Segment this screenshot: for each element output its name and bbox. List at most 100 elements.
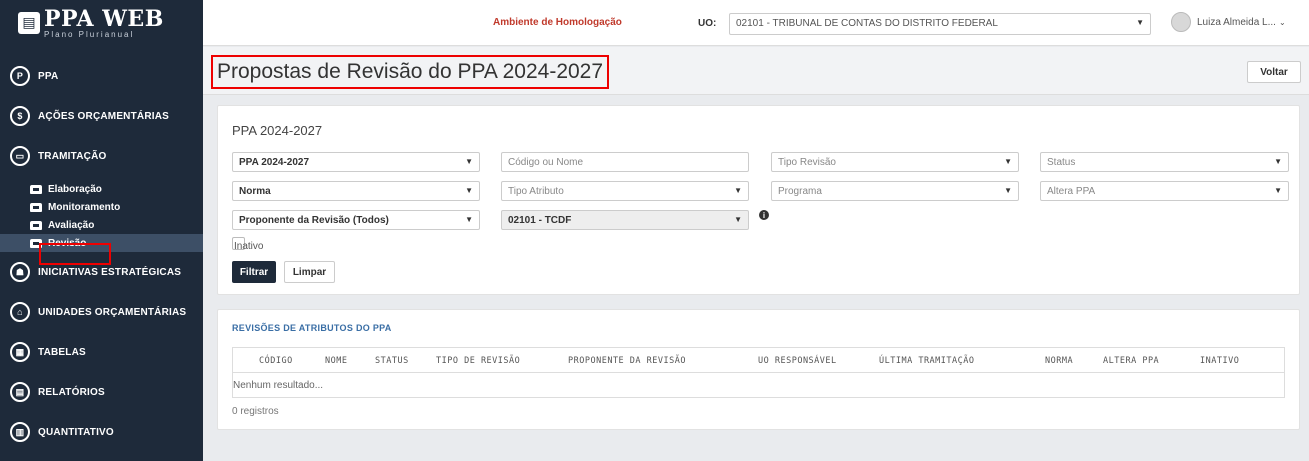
column-header[interactable]: STATUS — [375, 356, 409, 366]
column-header[interactable]: UO RESPONSÁVEL — [758, 356, 837, 366]
dollar-icon: $ — [10, 106, 30, 126]
norma-value: Norma — [239, 186, 271, 197]
caret-down-icon: ▼ — [1004, 186, 1012, 195]
sidebar-item-label: INICIATIVAS ESTRATÉGICAS — [38, 266, 182, 278]
norma-select[interactable]: Norma ▼ — [232, 181, 480, 201]
inativo-label: Inativo — [234, 241, 264, 252]
caret-down-icon: ▼ — [734, 215, 742, 224]
results-panel: REVISÕES DE ATRIBUTOS DO PPA CÓDIGO NOME… — [217, 309, 1300, 430]
caret-down-icon: ▼ — [1004, 157, 1012, 166]
filter-button[interactable]: Filtrar — [232, 261, 276, 283]
results-table: CÓDIGO NOME STATUS TIPO DE REVISÃO PROPO… — [232, 347, 1285, 398]
ppa-select[interactable]: PPA 2024-2027 ▼ — [232, 152, 480, 172]
sidebar-item-quantitativo[interactable]: ▥ QUANTITATIVO — [0, 412, 203, 452]
highlight-box — [39, 243, 111, 265]
sidebar-item-ppa[interactable]: P PPA — [0, 56, 203, 96]
tipo-atributo-select[interactable]: Tipo Atributo ▼ — [501, 181, 749, 201]
sidebar-subitem-label: Avaliação — [48, 219, 95, 231]
chevron-down-icon: ⌄ — [1278, 17, 1286, 27]
group-icon: ☗ — [10, 262, 30, 282]
tipo-atributo-value: Tipo Atributo — [508, 186, 564, 197]
uo-filter-select[interactable]: 02101 - TCDF ▼ — [501, 210, 749, 230]
avatar — [1171, 12, 1191, 32]
column-header[interactable]: CÓDIGO — [259, 356, 293, 366]
user-menu[interactable]: Luiza Almeida L... ⌄ — [1171, 12, 1286, 32]
results-title: REVISÕES DE ATRIBUTOS DO PPA — [232, 323, 392, 333]
page-title: Propostas de Revisão do PPA 2024-2027 — [211, 55, 609, 89]
tipo-revisao-value: Tipo Revisão — [778, 157, 836, 168]
sidebar-item-label: QUANTITATIVO — [38, 426, 114, 438]
status-value: Status — [1047, 157, 1076, 168]
sidebar-subitem-label: Elaboração — [48, 183, 102, 195]
user-name: Luiza Almeida L... — [1197, 16, 1276, 28]
sidebar-item-label: TRAMITAÇÃO — [38, 150, 107, 162]
table-icon: ▦ — [10, 342, 30, 362]
uo-select-value: 02101 - TRIBUNAL DE CONTAS DO DISTRITO F… — [736, 18, 998, 29]
codigo-nome-placeholder: Código ou Nome — [508, 157, 584, 168]
uo-select[interactable]: 02101 - TRIBUNAL DE CONTAS DO DISTRITO F… — [729, 13, 1151, 35]
sidebar-subitem-monitoramento[interactable]: Monitoramento — [0, 198, 203, 216]
clear-button[interactable]: Limpar — [284, 261, 335, 283]
programa-value: Programa — [778, 186, 822, 197]
codigo-nome-input[interactable]: Código ou Nome — [501, 152, 749, 172]
logo[interactable]: ▤ PPA WEB Plano Plurianual — [0, 0, 203, 46]
programa-select[interactable]: Programa ▼ — [771, 181, 1019, 201]
inbox-icon: ▭ — [10, 146, 30, 166]
logo-subtitle: Plano Plurianual — [44, 29, 135, 39]
back-button[interactable]: Voltar — [1247, 61, 1301, 83]
logo-title: PPA WEB — [44, 5, 164, 32]
altera-ppa-select[interactable]: Altera PPA ▼ — [1040, 181, 1289, 201]
filter-panel: PPA 2024-2027 PPA 2024-2027 ▼ Código ou … — [217, 105, 1300, 295]
column-header[interactable]: NOME — [325, 356, 347, 366]
caret-down-icon: ▼ — [1274, 186, 1282, 195]
column-header[interactable]: ALTERA PPA — [1103, 356, 1159, 366]
sidebar-item-tramitacao[interactable]: ▭ TRAMITAÇÃO — [0, 136, 203, 176]
inbox-icon — [30, 202, 42, 212]
environment-label: Ambiente de Homologação — [493, 17, 622, 28]
empty-message: Nenhum resultado... — [233, 380, 324, 391]
logo-book-icon: ▤ — [18, 12, 40, 34]
table-row: Nenhum resultado... — [233, 373, 1284, 397]
sidebar-item-unidades-orcamentarias[interactable]: ⌂ UNIDADES ORÇAMENTÁRIAS — [0, 292, 203, 332]
sidebar: ▤ PPA WEB Plano Plurianual P PPA $ AÇÕES… — [0, 0, 203, 461]
sidebar-item-label: RELATÓRIOS — [38, 386, 105, 398]
caret-down-icon: ▼ — [465, 186, 473, 195]
status-select[interactable]: Status ▼ — [1040, 152, 1289, 172]
filter-panel-title: PPA 2024-2027 — [232, 123, 323, 138]
altera-ppa-value: Altera PPA — [1047, 186, 1096, 197]
topbar: Ambiente de Homologação UO: 02101 - TRIB… — [203, 0, 1309, 46]
sidebar-item-label: PPA — [38, 70, 59, 82]
uo-filter-value: 02101 - TCDF — [508, 215, 572, 226]
info-icon[interactable]: i — [759, 210, 769, 220]
sidebar-item-relatorios[interactable]: ▤ RELATÓRIOS — [0, 372, 203, 412]
column-header[interactable]: ÚLTIMA TRAMITAÇÃO — [879, 356, 975, 366]
inbox-icon — [30, 220, 42, 230]
sidebar-subitem-label: Monitoramento — [48, 201, 121, 213]
ppa-icon: P — [10, 66, 30, 86]
sidebar-item-tabelas[interactable]: ▦ TABELAS — [0, 332, 203, 372]
column-header[interactable]: TIPO DE REVISÃO — [436, 356, 520, 366]
bank-icon: ⌂ — [10, 302, 30, 322]
title-bar: Propostas de Revisão do PPA 2024-2027 Vo… — [203, 47, 1309, 95]
sidebar-item-label: AÇÕES ORÇAMENTÁRIAS — [38, 110, 170, 122]
sidebar-subitem-elaboracao[interactable]: Elaboração — [0, 180, 203, 198]
sidebar-item-label: TABELAS — [38, 346, 86, 358]
sidebar-item-acoes-orcamentarias[interactable]: $ AÇÕES ORÇAMENTÁRIAS — [0, 96, 203, 136]
record-count: 0 registros — [232, 406, 279, 417]
report-icon: ▤ — [10, 382, 30, 402]
inbox-icon — [30, 184, 42, 194]
column-header[interactable]: INATIVO — [1200, 356, 1239, 366]
caret-down-icon: ▼ — [465, 215, 473, 224]
caret-down-icon: ▼ — [734, 186, 742, 195]
uo-label: UO: — [698, 18, 717, 29]
sidebar-item-label: UNIDADES ORÇAMENTÁRIAS — [38, 306, 187, 318]
column-header[interactable]: NORMA — [1045, 356, 1073, 366]
ppa-select-value: PPA 2024-2027 — [239, 157, 310, 168]
tipo-revisao-select[interactable]: Tipo Revisão ▼ — [771, 152, 1019, 172]
proponente-value: Proponente da Revisão (Todos) — [239, 215, 389, 226]
sidebar-subitem-avaliacao[interactable]: Avaliação — [0, 216, 203, 234]
proponente-select[interactable]: Proponente da Revisão (Todos) ▼ — [232, 210, 480, 230]
caret-down-icon: ▼ — [465, 157, 473, 166]
column-header[interactable]: PROPONENTE DA REVISÃO — [568, 356, 686, 366]
caret-down-icon: ▼ — [1136, 18, 1144, 27]
